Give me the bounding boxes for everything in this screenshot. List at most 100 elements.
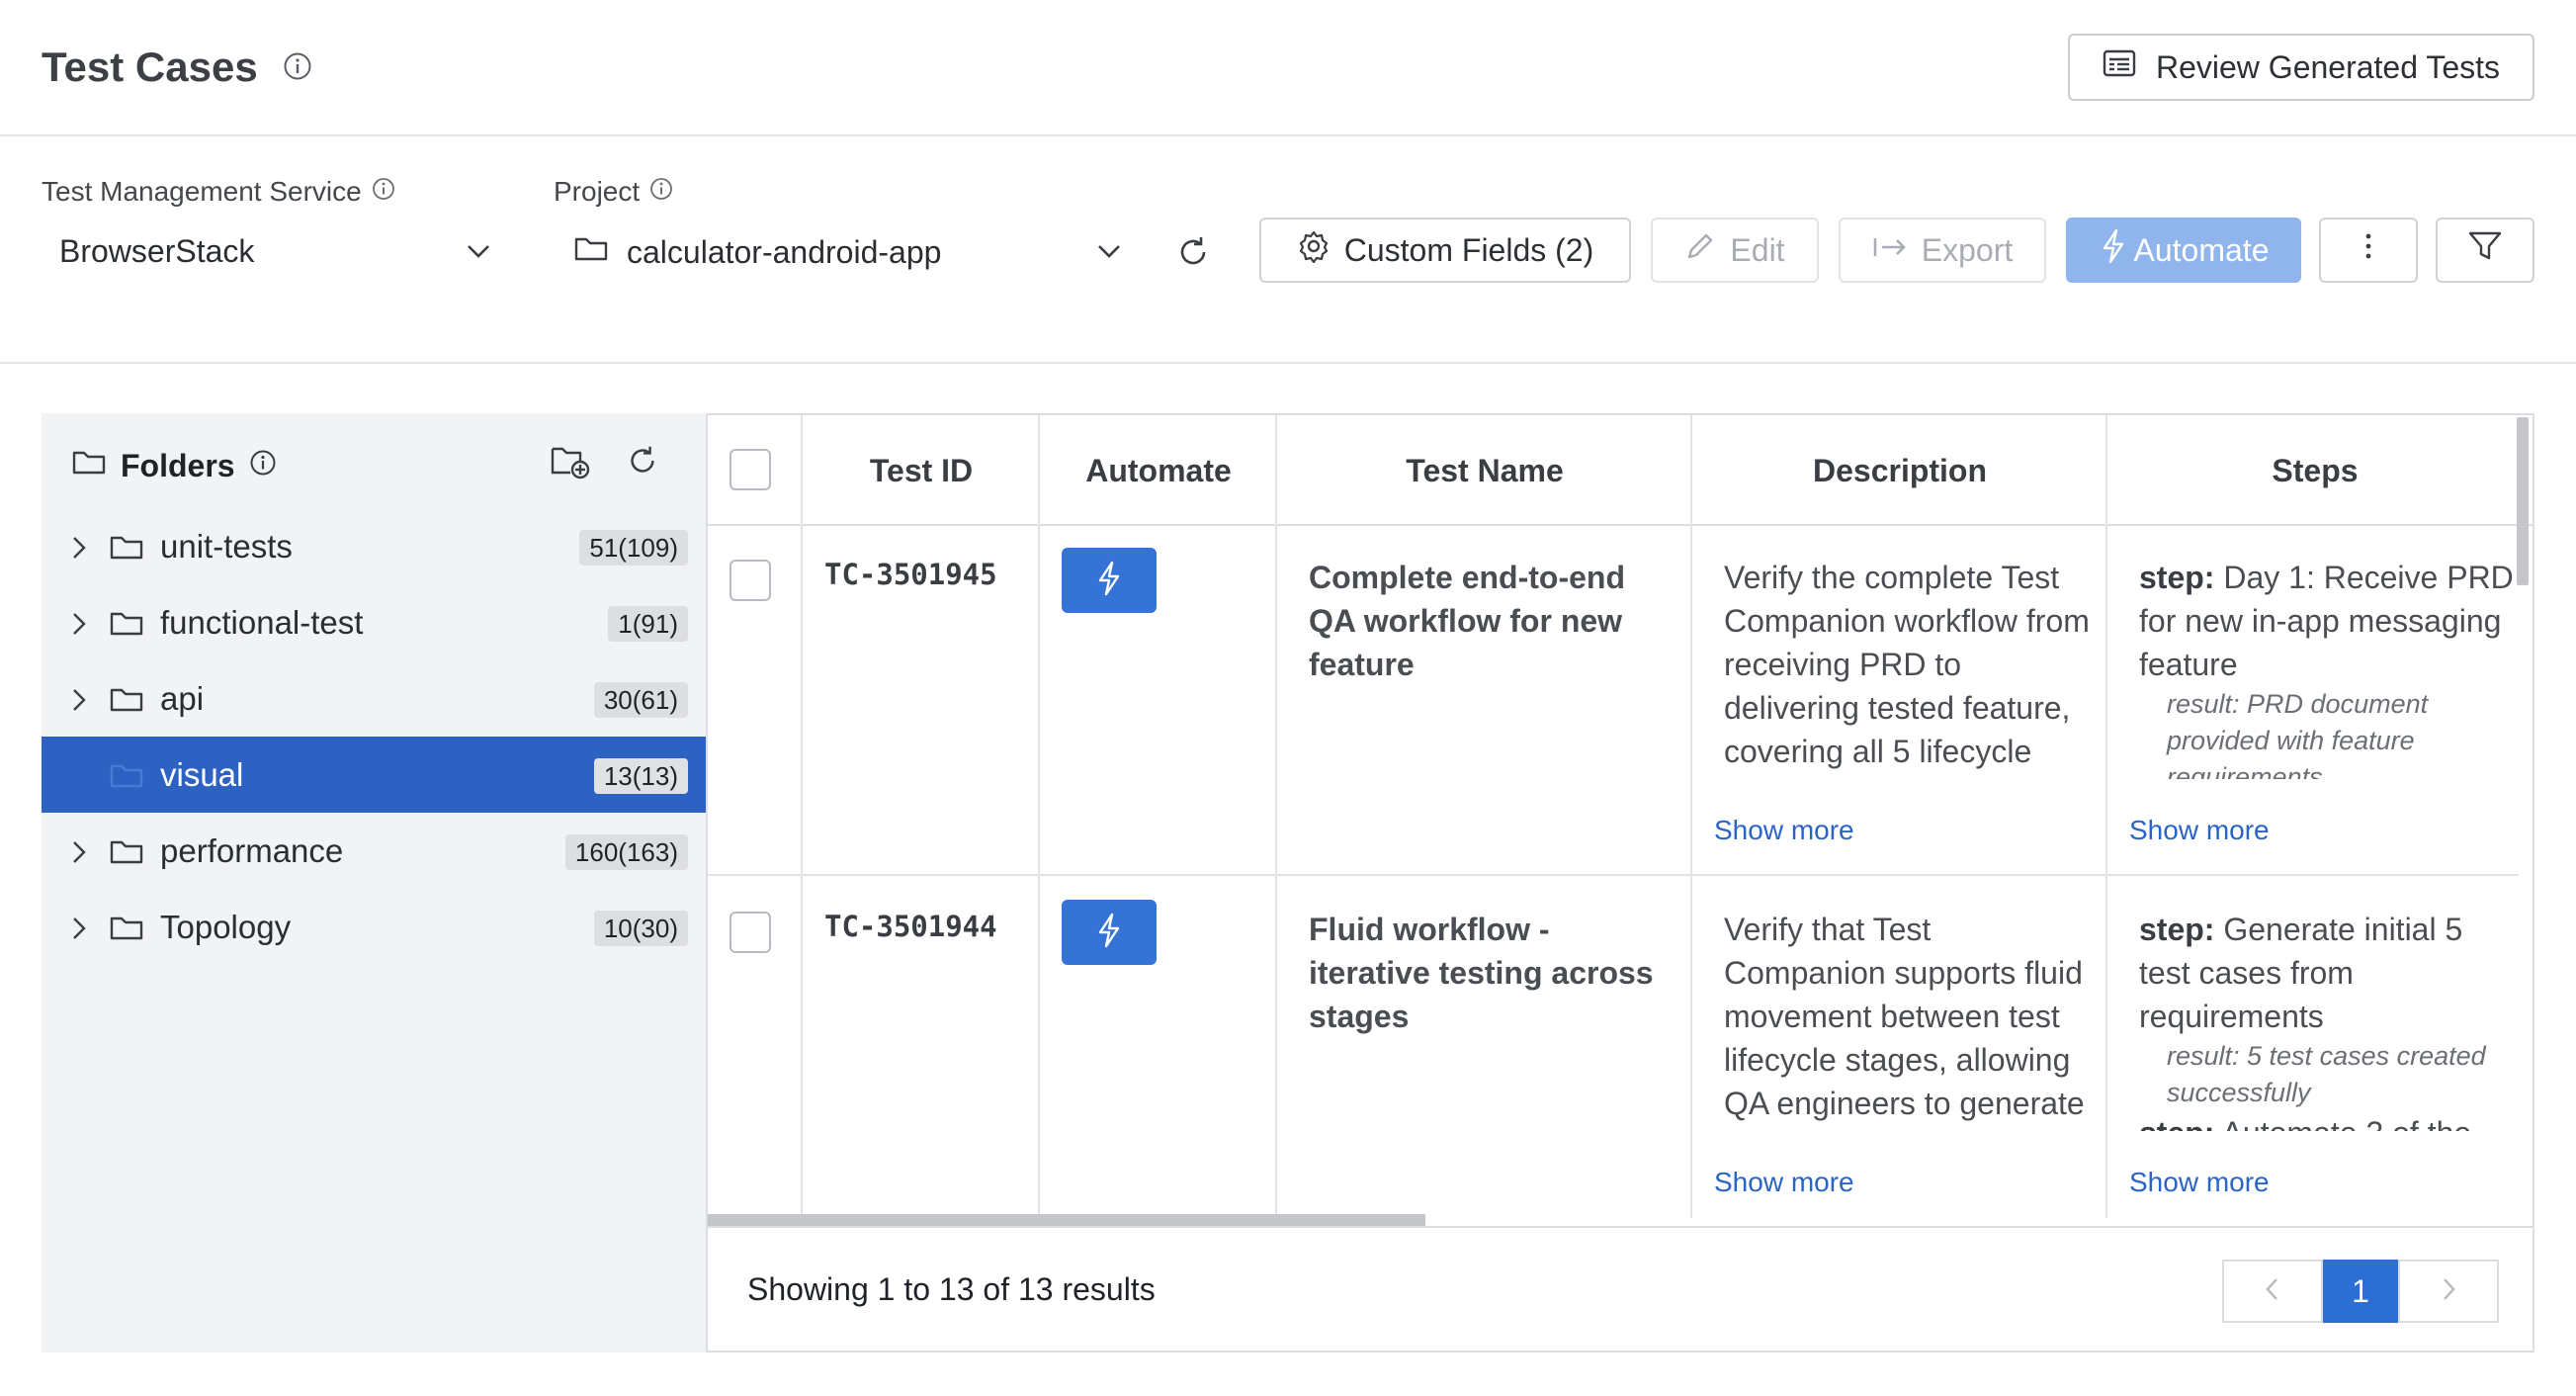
automate-row-button[interactable]: [1062, 900, 1157, 965]
column-header-test-id[interactable]: Test ID: [803, 415, 1040, 526]
steps-show-more-link[interactable]: Show more: [2129, 1167, 2270, 1198]
step-description: Automate 3 of the: [2222, 1115, 2472, 1131]
column-header-automate[interactable]: Automate: [1040, 415, 1277, 526]
select-all-checkbox[interactable]: [730, 449, 771, 490]
chevron-down-icon[interactable]: [1093, 235, 1125, 272]
column-header-steps[interactable]: Steps: [2107, 415, 2523, 526]
service-label-group: Test Management Service: [42, 176, 395, 208]
review-button-label: Review Generated Tests: [2155, 48, 2501, 85]
lightning-icon: [2099, 228, 2128, 272]
row-checkbox[interactable]: [730, 560, 771, 601]
custom-fields-button[interactable]: Custom Fields (2): [1259, 218, 1631, 283]
results-summary: Showing 1 to 13 of 13 results: [747, 1271, 1156, 1307]
export-button[interactable]: Export: [1839, 218, 2046, 283]
info-icon[interactable]: [372, 176, 395, 208]
automate-row-button[interactable]: [1062, 548, 1157, 613]
page-header: Test Cases Review Generated Tests: [0, 0, 2576, 136]
project-label: Project: [554, 176, 641, 207]
previous-page-button[interactable]: [2222, 1260, 2323, 1323]
test-id-cell[interactable]: TC-3501945: [824, 558, 997, 591]
more-vertical-icon: [2363, 231, 2373, 269]
folder-item[interactable]: api 30(61): [42, 660, 708, 737]
review-generated-tests-button[interactable]: Review Generated Tests: [2068, 34, 2534, 101]
chevron-right-icon: [2439, 1274, 2458, 1309]
folder-count-badge: 13(13): [593, 758, 688, 794]
folder-icon: [573, 233, 609, 271]
edit-label: Edit: [1730, 231, 1785, 268]
description-cell: Verify the complete Test Companion workf…: [1724, 560, 2090, 769]
folder-icon: [109, 913, 144, 947]
folder-item[interactable]: functional-test 1(91): [42, 584, 708, 660]
table-row[interactable]: TC-3501945 Complete end-to-end QA workflo…: [708, 526, 2519, 876]
step-text: step: Day 1: Receive PRD for new in-app …: [2139, 556, 2515, 686]
more-options-button[interactable]: [2319, 218, 2418, 283]
folders-title: Folders: [121, 447, 235, 483]
edit-button[interactable]: Edit: [1651, 218, 1819, 283]
folder-count-badge: 160(163): [564, 834, 688, 870]
refresh-icon[interactable]: [625, 443, 660, 483]
table-footer-divider: [708, 1226, 2533, 1228]
column-header-description[interactable]: Description: [1692, 415, 2107, 526]
folder-name: functional-test: [160, 604, 364, 641]
info-icon[interactable]: [249, 448, 277, 484]
row-divider: [708, 874, 2519, 876]
folder-icon: [109, 532, 144, 567]
column-header-test-name[interactable]: Test Name: [1277, 415, 1692, 526]
chevron-right-icon[interactable]: [69, 610, 89, 643]
step-result: result: PRD document provided with featu…: [2167, 689, 2429, 779]
export-label: Export: [1921, 231, 2014, 268]
page-number-button[interactable]: 1: [2323, 1260, 2398, 1323]
chevron-left-icon: [2263, 1274, 2282, 1309]
horizontal-scrollbar[interactable]: [708, 1214, 1425, 1226]
table-row[interactable]: TC-3501944 Fluid workflow - iterative tes…: [708, 878, 2519, 1228]
folder-icon: [109, 608, 144, 643]
step-label: step:: [2139, 912, 2215, 947]
chevron-right-icon[interactable]: [69, 915, 89, 947]
step-text: step: Automate 3 of the: [2139, 1111, 2515, 1131]
folder-count-badge: 1(91): [608, 606, 688, 642]
export-arrow-icon: [1872, 232, 1908, 269]
description-show-more-link[interactable]: Show more: [1714, 815, 1854, 846]
vertical-scrollbar[interactable]: [2517, 417, 2529, 585]
filter-button[interactable]: [2436, 218, 2534, 283]
info-icon[interactable]: [649, 176, 673, 208]
new-folder-icon[interactable]: [550, 443, 591, 485]
test-id-cell[interactable]: TC-3501944: [824, 910, 997, 943]
service-select[interactable]: BrowserStack: [59, 233, 254, 270]
review-list-icon: [2103, 48, 2136, 86]
folder-name: performance: [160, 832, 344, 869]
row-checkbox[interactable]: [730, 912, 771, 953]
steps-show-more-link[interactable]: Show more: [2129, 815, 2270, 846]
automate-button[interactable]: Automate: [2066, 218, 2301, 283]
step-text: step: Generate initial 5 test cases from…: [2139, 908, 2515, 1038]
test-name-cell[interactable]: Complete end-to-end QA workflow for new …: [1309, 556, 1674, 686]
folder-count-badge: 51(109): [579, 530, 688, 566]
folder-item[interactable]: Topology 10(30): [42, 889, 708, 965]
pencil-icon: [1684, 230, 1716, 270]
folder-item[interactable]: unit-tests 51(109): [42, 508, 708, 584]
folder-count-badge: 10(30): [593, 911, 688, 946]
chevron-right-icon[interactable]: [69, 534, 89, 567]
description-show-more-link[interactable]: Show more: [1714, 1167, 1854, 1198]
filter-icon: [2467, 229, 2503, 271]
step-label: step:: [2139, 560, 2215, 595]
folder-icon: [109, 684, 144, 719]
folder-name: api: [160, 680, 205, 717]
table-header: Test ID Automate Test Name Description S…: [708, 415, 2533, 526]
folder-name: Topology: [160, 909, 292, 945]
refresh-icon[interactable]: [1174, 233, 1212, 276]
info-icon[interactable]: [283, 51, 312, 81]
steps-cell: step: Generate initial 5 test cases from…: [2139, 908, 2515, 1131]
lightning-icon: [1094, 913, 1124, 953]
project-select[interactable]: calculator-android-app: [573, 233, 941, 271]
chevron-right-icon[interactable]: [69, 838, 89, 871]
folder-item[interactable]: visual 13(13): [42, 737, 708, 813]
next-page-button[interactable]: [2398, 1260, 2499, 1323]
chevron-right-icon[interactable]: [69, 686, 89, 719]
chevron-down-icon[interactable]: [463, 235, 494, 272]
service-select-value: BrowserStack: [59, 233, 255, 269]
test-name-cell[interactable]: Fluid workflow - iterative testing acros…: [1309, 908, 1674, 1038]
folder-name: visual: [160, 756, 244, 793]
folder-item[interactable]: performance 160(163): [42, 813, 708, 889]
description-cell: Verify that Test Companion supports flui…: [1724, 912, 2085, 1121]
